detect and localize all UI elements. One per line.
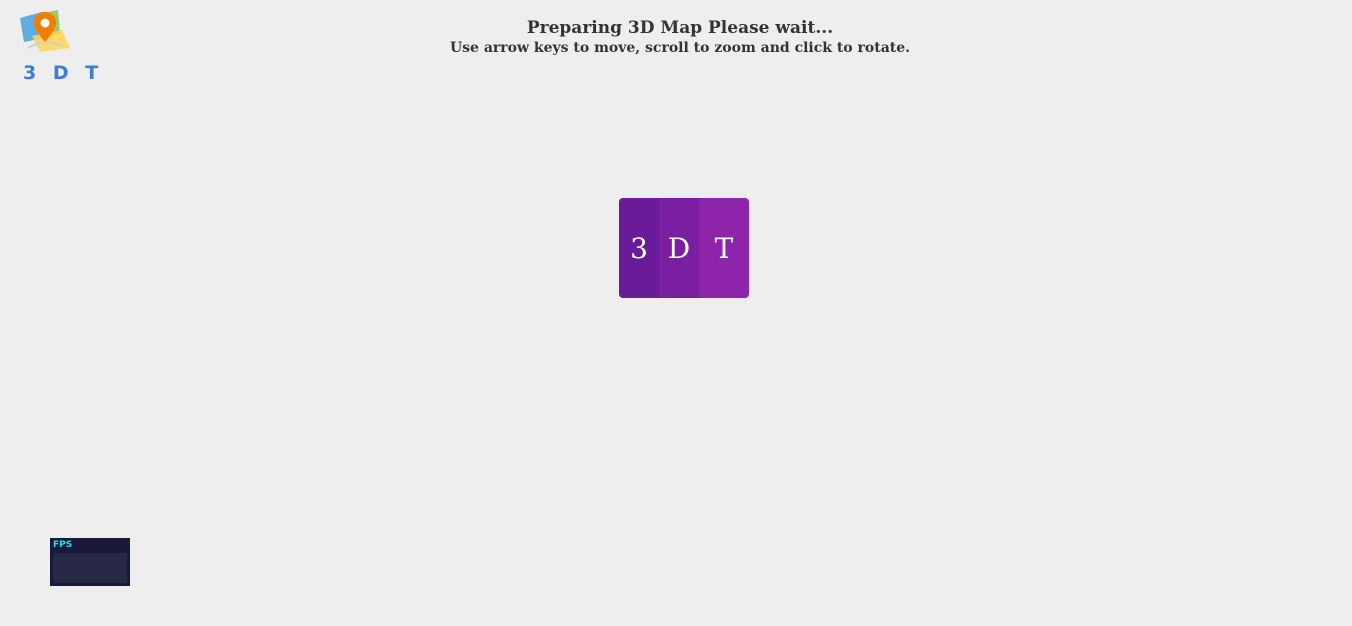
fps-stats-panel[interactable]: FPS xyxy=(50,538,130,586)
app-logo[interactable]: 3 D T xyxy=(18,8,98,86)
loader-letter-3: 3 xyxy=(619,198,659,298)
loading-title: Preparing 3D Map Please wait... xyxy=(526,18,834,38)
loader-letter-d: D xyxy=(659,198,699,298)
loading-instructions: Use arrow keys to move, scroll to zoom a… xyxy=(449,40,911,56)
map-pin-icon xyxy=(20,10,70,52)
loader-letter-t: T xyxy=(699,198,749,298)
page: 3 D T Preparing 3D Map Please wait... Us… xyxy=(0,0,1352,626)
fps-label: FPS xyxy=(53,540,73,550)
loading-header: Preparing 3D Map Please wait... Use arro… xyxy=(380,17,980,57)
fps-graph xyxy=(53,553,127,583)
loading-animation: 3 D T xyxy=(619,198,749,298)
logo-text: 3 D T xyxy=(23,62,104,84)
